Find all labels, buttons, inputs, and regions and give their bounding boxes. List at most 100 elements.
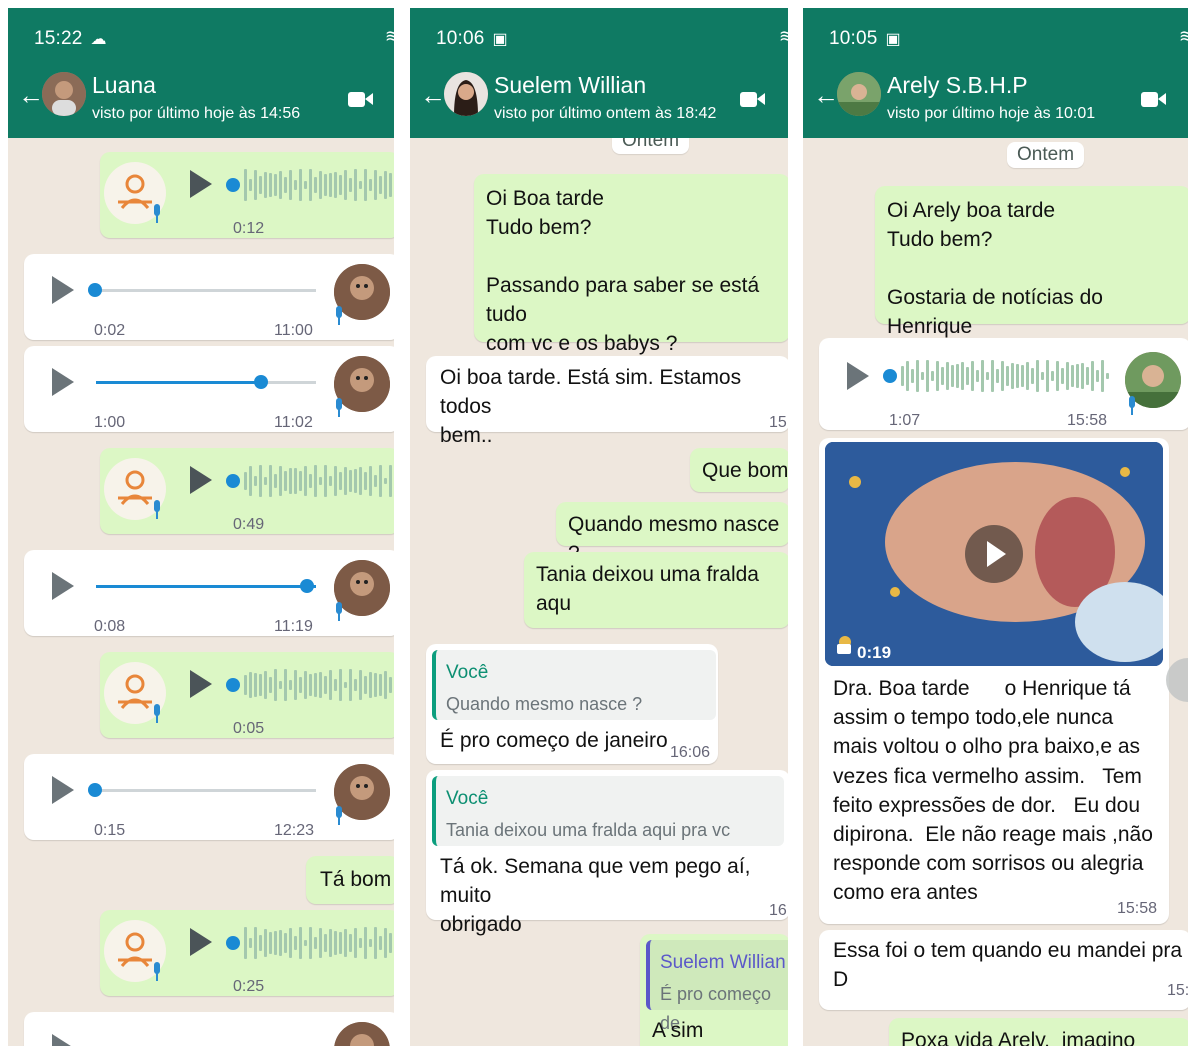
quoted-message[interactable]: Você Tania deixou uma fralda aqui pra vc [432,776,784,846]
waveform-bar [1001,361,1004,391]
audio-track[interactable] [96,289,316,292]
contact-avatar[interactable] [42,72,86,116]
audio-elapsed: 1:07 [889,412,921,429]
playback-dot[interactable] [88,783,102,797]
play-icon[interactable] [52,776,74,804]
back-arrow-icon[interactable]: ← [813,80,839,111]
waveform-bar [991,360,994,392]
audio-progress [96,381,261,384]
play-icon[interactable] [190,170,212,198]
play-icon[interactable] [52,276,74,304]
message-text: Oi boa tarde. Está sim. Estamos todos be… [440,366,742,447]
video-call-icon[interactable] [1141,90,1167,108]
waveform-bar [936,360,939,392]
waveform-bar [1011,362,1014,390]
audio-message-in: 0:08 11:19 [24,550,394,636]
waveform-bar [369,179,372,191]
waveform-bar [901,365,904,387]
play-icon[interactable] [52,572,74,600]
waveform-bar [284,669,287,701]
quoted-message[interactable]: Suelem Willian É pro começo de [646,940,788,1033]
playback-dot[interactable] [88,283,102,297]
playback-dot[interactable] [300,579,314,593]
waveform-bar [259,175,262,195]
waveform-bar [379,176,382,194]
play-icon[interactable] [190,466,212,494]
voice-message-out: 0:49 [100,448,394,534]
text-message-out: Quando mesmo nasce ? [556,502,788,565]
text-message-out: Poxa vida Arely, imagino como v [889,1018,1188,1046]
quoted-message[interactable]: Você Quando mesmo nasce ? [432,650,716,720]
waveform-bar [299,927,302,959]
waveform[interactable] [244,463,394,499]
message-text: Tá ok. Semana que vem pego aí, muito obr… [440,855,751,936]
play-icon[interactable] [190,670,212,698]
waveform-bar [359,937,362,949]
chat-panel-suelem: Ontem 10:06 ▣ ≋ ← Suelem Willian visto po… [410,8,788,1046]
message-time: 15:58 [1117,900,1158,917]
waveform-bar [319,477,322,485]
contact-avatar[interactable] [444,72,488,116]
waveform[interactable] [244,925,394,961]
video-call-icon[interactable] [740,90,766,108]
waveform-bar [304,180,307,190]
video-call-icon[interactable] [348,90,374,108]
play-icon[interactable] [847,362,869,390]
waveform-bar [379,465,382,497]
play-video-icon[interactable] [965,525,1023,583]
message-text: Tá bom [320,868,392,891]
play-icon[interactable] [52,368,74,396]
quote-text: Tania deixou uma fralda aqui pra vc [446,820,731,840]
playback-dot[interactable] [883,369,897,383]
text-message-out: Tá bom [306,856,394,904]
audio-track[interactable] [96,789,316,792]
waveform-bar [299,169,302,201]
text-message-out: Que bom [690,448,788,492]
message-time: 15 [769,414,787,431]
waveform-bar [344,929,347,957]
voice-duration: 0:05 [233,720,265,737]
last-seen: visto por último hoje às 10:01 [887,105,1096,122]
video-thumbnail[interactable]: 0:19 [825,442,1163,666]
playback-dot[interactable] [254,375,268,389]
waveform-bar [249,938,252,948]
waveform-bar [329,929,332,957]
waveform-bar [1081,362,1084,390]
waveform-bar [976,370,979,382]
waveform[interactable] [244,167,394,203]
mic-icon [334,602,344,622]
mic-icon [152,962,162,982]
waveform-bar [334,931,337,955]
play-icon[interactable] [190,928,212,956]
waveform-bar [269,677,272,693]
mic-icon [1127,396,1137,416]
playback-dot[interactable] [226,474,240,488]
text-message-out: Oi Boa tarde Tudo bem? Passando para sab… [474,174,788,355]
back-arrow-icon[interactable]: ← [18,80,44,111]
contact-avatar[interactable] [837,72,881,116]
back-arrow-icon[interactable]: ← [420,80,446,111]
message-text: É pro começo de janeiro [440,729,668,752]
text-message-out: Oi Arely boa tarde Tudo bem? Gostaria de… [875,186,1188,338]
contact-name[interactable]: Arely S.B.H.P [887,72,1028,99]
mic-icon [334,306,344,326]
playback-dot[interactable] [226,936,240,950]
playback-dot[interactable] [226,178,240,192]
play-icon[interactable] [52,1034,74,1046]
waveform-bar [1086,366,1089,386]
playback-dot[interactable] [226,678,240,692]
waveform-bar [921,372,924,380]
last-seen: visto por último ontem às 18:42 [494,105,717,122]
waveform[interactable] [244,667,394,703]
waveform-bar [1071,364,1074,388]
contact-name[interactable]: Luana [92,72,156,99]
mic-icon [152,204,162,224]
cloud-icon: ☁ [90,31,107,48]
message-time: 12:23 [274,822,315,839]
waveform-bar [1031,368,1034,384]
waveform[interactable] [901,358,1111,394]
contact-name[interactable]: Suelem Willian [494,72,646,99]
scroll-button[interactable] [1166,658,1188,702]
waveform-bar [254,927,257,959]
quote-author: Você [446,662,489,683]
